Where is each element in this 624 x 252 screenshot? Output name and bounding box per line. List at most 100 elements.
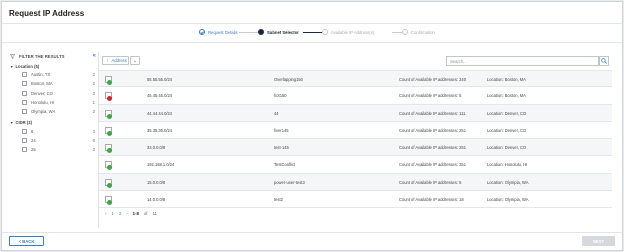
checkbox[interactable] xyxy=(22,72,27,78)
filter-item-count: 1 xyxy=(92,100,95,106)
subnet-name: test2 xyxy=(274,197,283,203)
filter-group-title[interactable]: ▼ CIDR (3) xyxy=(10,119,97,126)
filter-item[interactable]: Honolulu, HI 1 xyxy=(10,98,97,107)
filter-item-count: 2 xyxy=(92,81,95,87)
step-subnet-selector: Subnet Selector xyxy=(258,29,299,35)
available-count: Count of Available IP addresses: 18 xyxy=(399,197,464,203)
subnet-address: 35.35.35.0/24 xyxy=(147,127,173,133)
search-icon xyxy=(601,58,607,64)
table-row[interactable]: 14.0.0.0/8 test2 Count of Available IP a… xyxy=(99,191,612,209)
filter-group-location: ▼ Location (5) Austin, TX 2 Boston, MA 2… xyxy=(10,63,97,116)
subnet-address: 33.0.0.0/8 xyxy=(147,145,166,151)
chevron-down-icon: ⌄ xyxy=(132,58,138,64)
pending-step-icon xyxy=(402,29,408,35)
subnet-name: fiver145 xyxy=(274,127,289,133)
filter-item[interactable]: 24 6 xyxy=(10,136,97,145)
next-page-button[interactable]: › xyxy=(126,211,127,216)
filter-item-label: Olympia, WA xyxy=(31,109,56,115)
pending-step-icon xyxy=(322,29,328,35)
checkbox[interactable] xyxy=(22,109,27,115)
filter-item[interactable]: Austin, TX 2 xyxy=(10,70,97,79)
checkbox[interactable] xyxy=(22,100,27,106)
body-divider xyxy=(2,42,622,43)
available-count: Count of Available IP addresses: 251 xyxy=(399,145,466,151)
filter-item[interactable]: 25 2 xyxy=(10,145,97,154)
subnet-location: Location: Denver, CO xyxy=(487,110,527,116)
page-range: 1-8 xyxy=(132,211,139,216)
subnet-name: TestConflict xyxy=(274,162,296,168)
table-row[interactable]: 33.0.0.0/8 test-145 Count of Available I… xyxy=(99,139,612,157)
filter-item-label: Boston, MA xyxy=(31,81,53,87)
subnet-location: Location: Boston, MA xyxy=(487,93,526,99)
filter-header: FILTER THE RESULTS xyxy=(10,52,97,60)
search-button[interactable] xyxy=(599,56,609,66)
sort-dropdown-button[interactable]: ⌄ xyxy=(130,56,140,65)
caret-down-icon: ▼ xyxy=(10,120,14,125)
table-row[interactable]: 55.55.55.0/24 Overlapping150 Count of Av… xyxy=(99,70,612,88)
filter-item-count: 2 xyxy=(92,109,95,115)
available-count: Count of Available IP addresses: 5 xyxy=(399,93,462,99)
status-dot-icon xyxy=(107,130,112,136)
checkbox[interactable] xyxy=(22,128,27,134)
total-count: 11 xyxy=(152,211,157,216)
checkbox[interactable] xyxy=(22,81,27,87)
step-label: Confirmation xyxy=(411,29,435,35)
page-1-link[interactable]: 1 xyxy=(111,211,113,216)
checkbox[interactable] xyxy=(22,137,27,143)
subnet-location: Location: Denver, CO xyxy=(487,145,527,151)
step-label: Request Details xyxy=(208,29,238,35)
filter-item[interactable]: Olympia, WA 2 xyxy=(10,107,97,116)
subnet-address: 192.168.1.0/24 xyxy=(147,162,175,168)
table-row[interactable]: 15.0.0.0/8 power-user-test3 Count of Ava… xyxy=(99,173,612,192)
step-connector xyxy=(239,32,258,33)
available-count: Count of Available IP addresses: 111 xyxy=(399,110,466,116)
subnet-address: 14.0.0.0/8 xyxy=(147,197,166,203)
filter-item-label: 25 xyxy=(31,147,36,153)
request-ip-dialog: Request IP Address Request Details Subne… xyxy=(1,1,623,251)
footer-divider xyxy=(2,232,622,233)
subnet-address: 45.45.45.0/24 xyxy=(147,93,173,99)
subnet-name: test-145 xyxy=(274,145,289,151)
filter-item-label: Austin, TX xyxy=(31,72,51,78)
page-2-link[interactable]: 2 xyxy=(119,211,121,216)
subnet-location: Location: Olympia, WA xyxy=(487,197,529,203)
sort-address-button[interactable]: ↑ Address xyxy=(102,56,129,65)
back-button[interactable]: < BACK xyxy=(9,236,44,246)
table-row[interactable]: 192.168.1.0/24 TestConflict Count of Ava… xyxy=(99,156,612,174)
filter-group-cidr: ▼ CIDR (3) 8 3 24 6 25 2 xyxy=(10,119,97,154)
filter-group-title[interactable]: ▼ Location (5) xyxy=(10,63,97,70)
subnet-name: Overlapping150 xyxy=(274,77,303,82)
subnet-location: Location: Olympia, WA xyxy=(487,179,529,185)
filter-item[interactable]: Denver, CO 2 xyxy=(10,89,97,98)
table-row[interactable]: 35.35.35.0/24 fiver145 Count of Availabl… xyxy=(99,122,612,140)
subnet-name: hot150 xyxy=(274,93,287,99)
filter-item[interactable]: Boston, MA 2 xyxy=(10,79,97,88)
subnet-address: 15.0.0.0/8 xyxy=(147,179,166,185)
page-title: Request IP Address xyxy=(9,9,85,18)
filter-item-label: 24 xyxy=(31,137,36,143)
page-of-label: of xyxy=(143,211,148,216)
funnel-icon xyxy=(10,53,15,59)
filter-item[interactable]: 8 3 xyxy=(10,126,97,135)
step-available-ip: Available IP Address(s) xyxy=(322,29,374,35)
prev-page-button[interactable]: ‹ xyxy=(105,211,106,216)
double-chevron-left-icon[interactable]: « xyxy=(93,52,96,60)
checkbox[interactable] xyxy=(22,90,27,96)
status-dot-icon xyxy=(107,80,112,85)
filter-item-count: 2 xyxy=(92,90,95,96)
status-dot-icon xyxy=(107,148,112,154)
status-dot-icon xyxy=(107,200,112,206)
filter-item-count: 6 xyxy=(92,137,95,143)
subnet-address: 55.55.55.0/24 xyxy=(147,77,173,82)
filter-panel: FILTER THE RESULTS « ▼ Location (5) Aust… xyxy=(10,52,97,227)
search-input[interactable] xyxy=(446,56,599,66)
table-row[interactable]: 44.44.44.0/24 44 Count of Available IP a… xyxy=(99,104,612,122)
status-dot-icon xyxy=(107,182,112,188)
status-dot-icon xyxy=(107,96,112,102)
header-divider xyxy=(2,23,622,24)
checkbox[interactable] xyxy=(22,147,27,153)
status-dot-icon xyxy=(107,165,112,171)
table-row[interactable]: 45.45.45.0/24 hot150 Count of Available … xyxy=(99,87,612,105)
next-button[interactable]: NEXT xyxy=(582,236,615,246)
caret-down-icon: ▼ xyxy=(10,64,14,69)
